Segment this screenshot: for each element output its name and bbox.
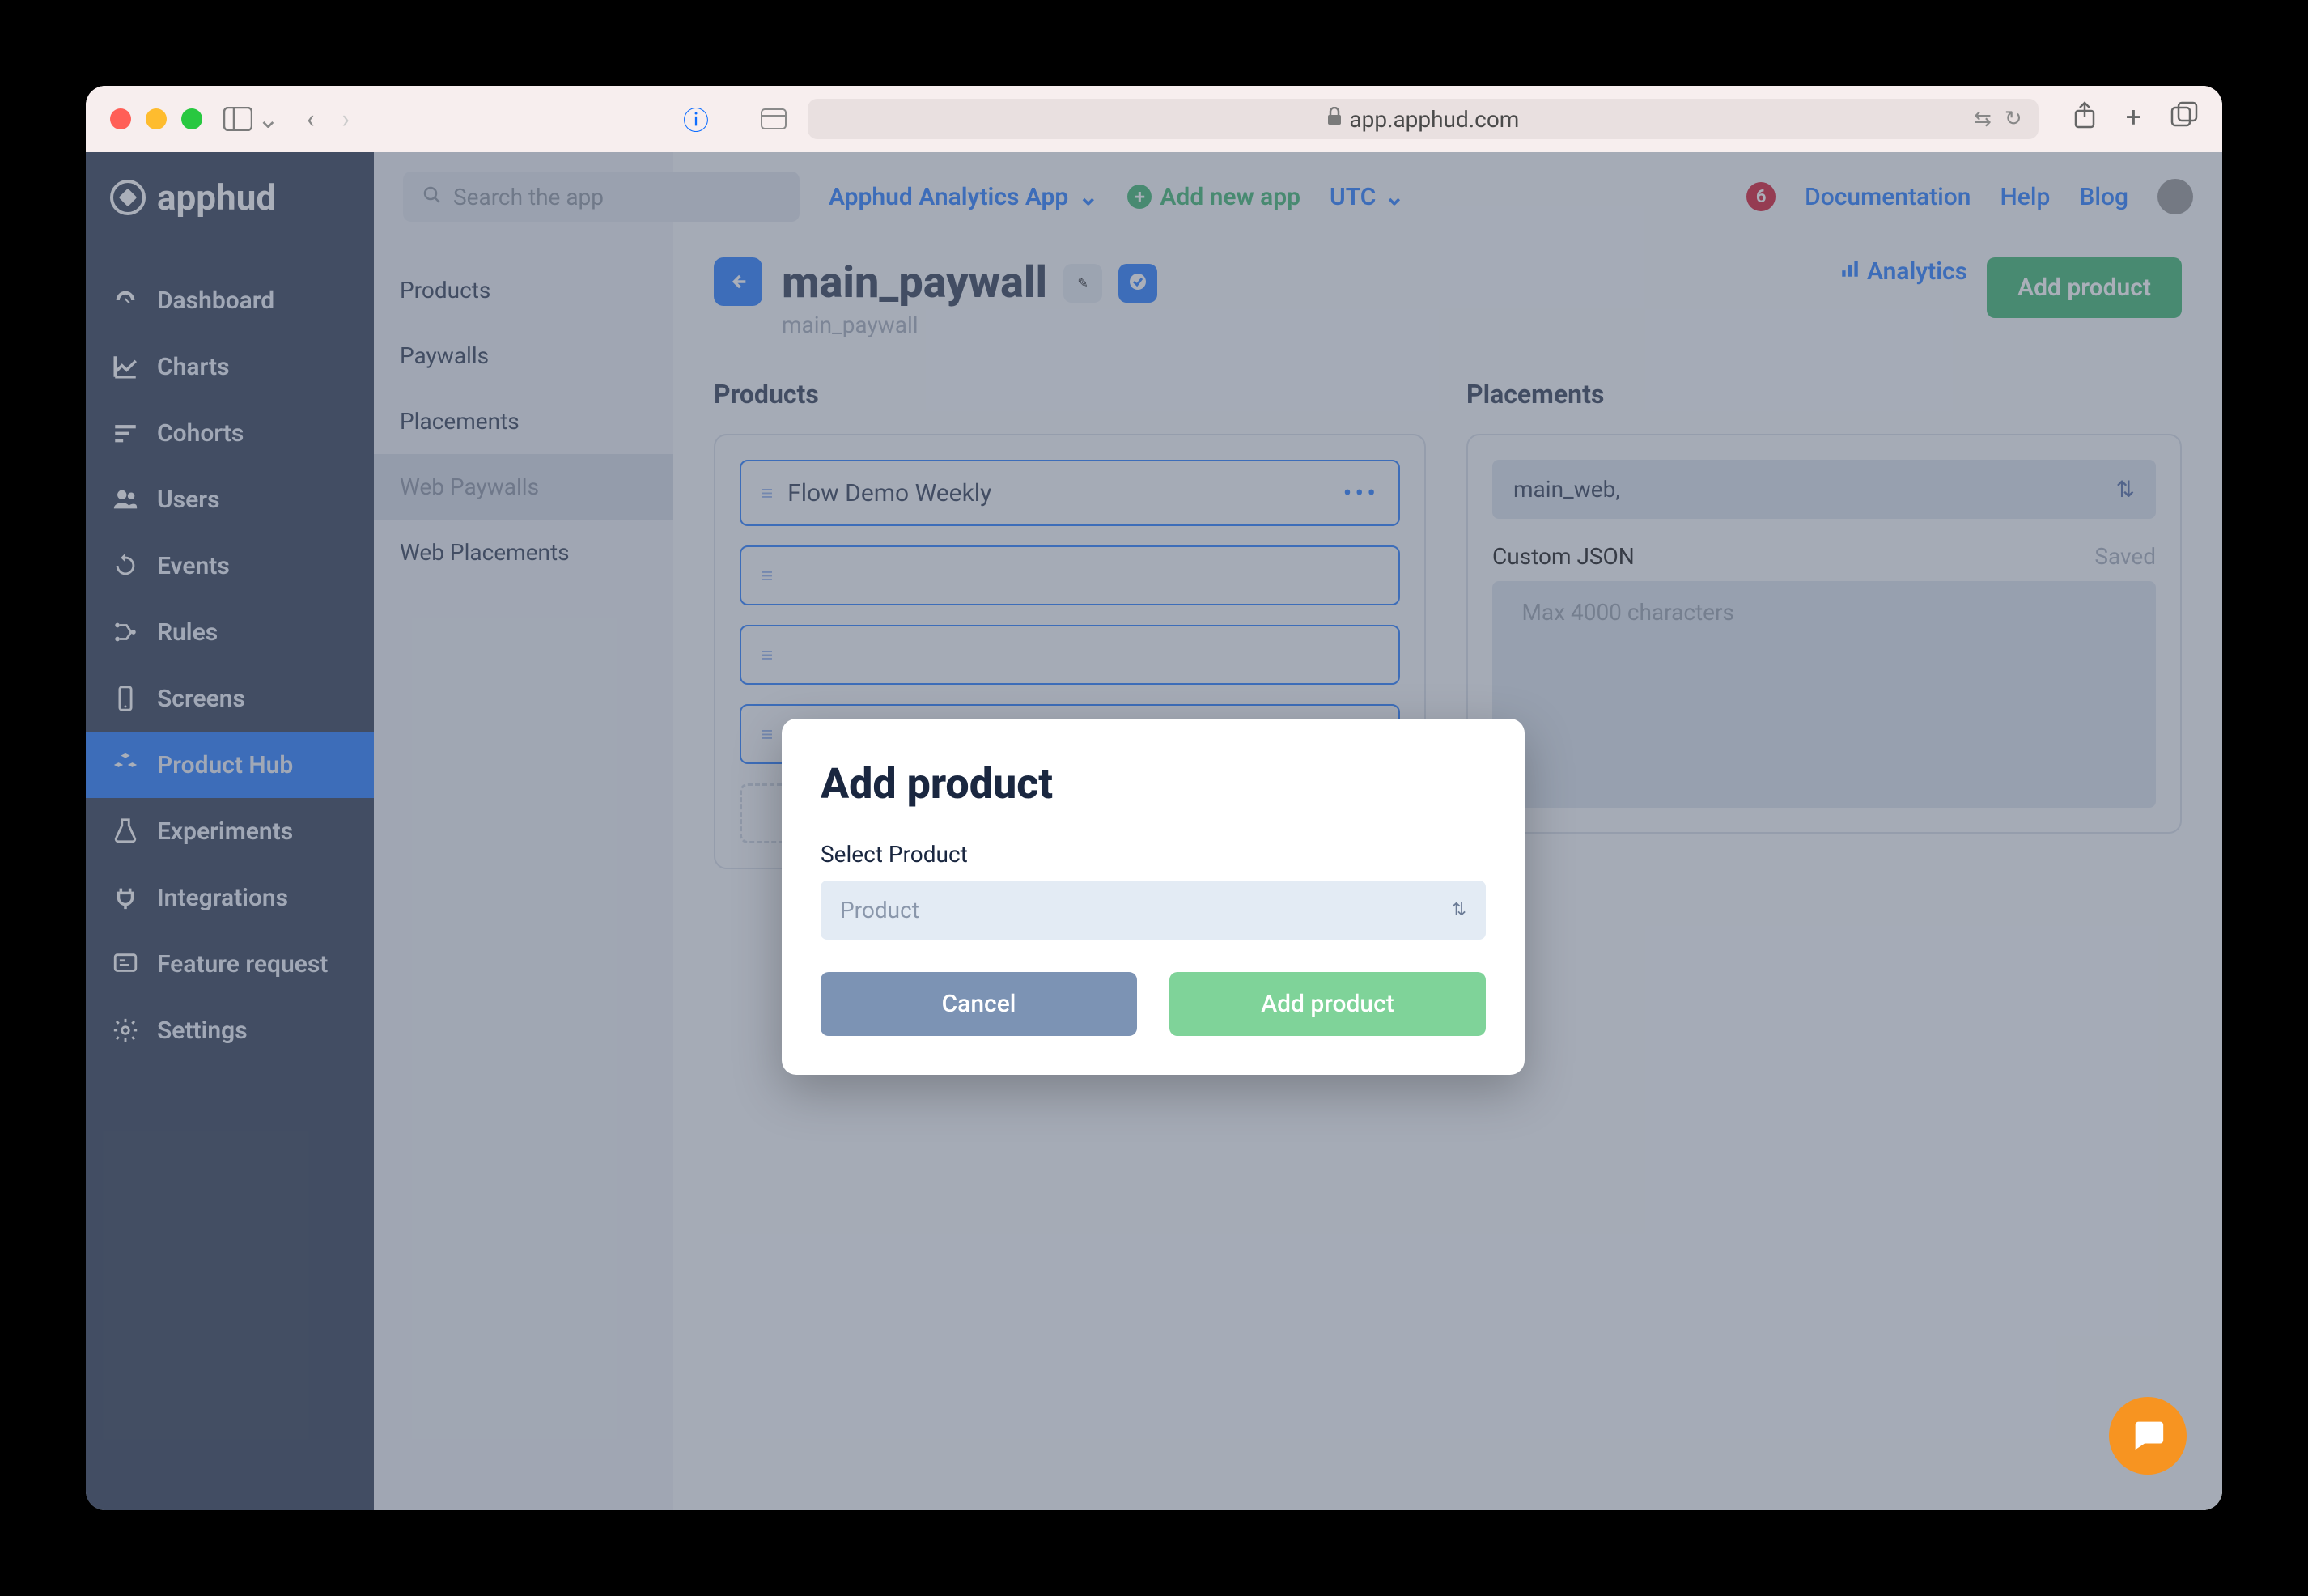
sidebar-toggle-icon[interactable]: ⌄ xyxy=(217,100,286,138)
lock-icon xyxy=(1326,107,1343,131)
new-tab-icon[interactable]: + xyxy=(2126,101,2141,138)
add-product-modal: Add product Select Product Product ⇅ Can… xyxy=(782,719,1525,1075)
chat-icon xyxy=(2129,1416,2166,1456)
chat-fab[interactable] xyxy=(2109,1397,2187,1475)
reload-icon[interactable]: ↻ xyxy=(2005,107,2022,131)
privacy-icon[interactable] xyxy=(754,105,793,133)
browser-window: ⌄ ‹ › ⓘ app.apphud.com ⇆ ↻ + xyxy=(86,86,2222,1510)
tabs-icon[interactable] xyxy=(2170,101,2198,138)
submit-add-product-button[interactable]: Add product xyxy=(1169,972,1486,1036)
traffic-lights xyxy=(110,108,202,129)
url-bar[interactable]: app.apphud.com ⇆ ↻ xyxy=(808,99,2039,139)
browser-chrome: ⌄ ‹ › ⓘ app.apphud.com ⇆ ↻ + xyxy=(86,86,2222,152)
nav-forward-button[interactable]: › xyxy=(335,100,356,138)
chevron-up-down-icon: ⇅ xyxy=(1452,900,1466,920)
window-zoom-icon[interactable] xyxy=(181,108,202,129)
window-close-icon[interactable] xyxy=(110,108,131,129)
app-body: apphud Dashboard Charts Cohorts Users Ev… xyxy=(86,152,2222,1510)
info-icon[interactable]: ⓘ xyxy=(677,97,715,141)
share-icon[interactable] xyxy=(2073,101,2097,138)
cancel-button[interactable]: Cancel xyxy=(821,972,1137,1036)
translate-icon[interactable]: ⇆ xyxy=(1974,107,1992,131)
modal-product-select[interactable]: Product ⇅ xyxy=(821,881,1486,940)
modal-title: Add product xyxy=(821,759,1486,809)
modal-select-label: Select Product xyxy=(821,841,1486,868)
nav-back-button[interactable]: ‹ xyxy=(300,100,321,138)
window-minimize-icon[interactable] xyxy=(146,108,167,129)
url-text: app.apphud.com xyxy=(1349,106,1519,133)
